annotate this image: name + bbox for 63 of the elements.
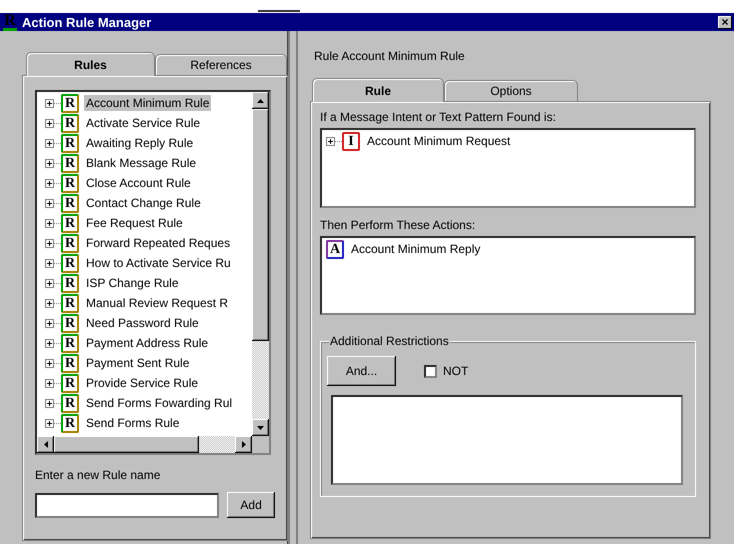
expand-icon[interactable] <box>45 358 54 368</box>
window-title: Action Rule Manager <box>22 14 152 30</box>
scroll-down-icon[interactable] <box>252 419 269 436</box>
tree-item[interactable]: Provide Service Rule <box>84 375 200 391</box>
tree-item[interactable]: Contact Change Rule <box>84 195 203 211</box>
tree-item[interactable]: Payment Address Rule <box>84 335 210 351</box>
expand-icon[interactable] <box>45 118 54 128</box>
tree-item[interactable]: Close Account Rule <box>84 175 193 191</box>
expand-icon[interactable] <box>45 278 54 288</box>
close-button[interactable]: × <box>718 16 732 28</box>
tree-item[interactable]: Send Forms Fowarding Rul <box>84 395 234 411</box>
action-icon: A <box>326 240 344 258</box>
add-button[interactable]: Add <box>227 492 275 518</box>
tree-item[interactable]: Send Forms Rule <box>84 415 182 431</box>
expand-icon[interactable] <box>45 378 54 388</box>
expand-icon[interactable] <box>45 198 54 208</box>
tree-item[interactable]: Fee Request Rule <box>84 215 185 231</box>
tab[interactable]: References <box>155 54 287 75</box>
tab[interactable]: Options <box>444 80 578 101</box>
tab[interactable]: Rule <box>312 78 444 102</box>
tree-item[interactable]: How to Activate Service Ru <box>84 255 233 271</box>
expand-icon[interactable] <box>45 318 54 328</box>
intent-icon: I <box>342 132 360 150</box>
tree-item[interactable]: Account Minimum Rule <box>84 95 212 111</box>
tree-item[interactable]: ISP Change Rule <box>84 275 181 291</box>
group-title: Additional Restrictions <box>329 334 450 348</box>
scroll-thumb[interactable] <box>54 436 199 453</box>
expand-icon[interactable] <box>45 298 54 308</box>
rule-name-field[interactable] <box>35 492 220 518</box>
expand-icon[interactable] <box>45 138 54 148</box>
scroll-thumb[interactable] <box>252 109 269 341</box>
rule-heading: Rule Account Minimum Rule <box>314 49 466 63</box>
scroll-left-icon[interactable] <box>37 436 54 453</box>
checkbox-label[interactable]: NOT <box>443 364 468 378</box>
expand-icon[interactable] <box>45 178 54 188</box>
expand-icon[interactable] <box>45 338 54 348</box>
tree-item[interactable]: Need Password Rule <box>84 315 201 331</box>
tree-item[interactable]: Forward Repeated Reques <box>84 235 232 251</box>
list-item[interactable]: Account Minimum Reply <box>349 241 482 257</box>
list-item[interactable]: Account Minimum Request <box>365 133 512 149</box>
expand-icon[interactable] <box>45 398 54 408</box>
tab[interactable]: Rules <box>26 52 155 76</box>
and-button[interactable]: And... <box>327 356 396 386</box>
expand-icon[interactable] <box>45 158 54 168</box>
scroll-up-icon[interactable] <box>252 92 269 109</box>
tree-item[interactable]: Activate Service Rule <box>84 115 202 131</box>
app-icon: R <box>3 14 17 30</box>
section-label: If a Message Intent or Text Pattern Found is: <box>320 110 557 124</box>
checkbox[interactable] <box>424 364 437 378</box>
section-label: Then Perform These Actions: <box>320 218 476 232</box>
expand-icon[interactable] <box>45 258 54 268</box>
expand-icon[interactable] <box>45 238 54 248</box>
tree-item[interactable]: Blank Message Rule <box>84 155 198 171</box>
expand-icon[interactable] <box>326 136 335 146</box>
tree-item[interactable]: Manual Review Request R <box>84 295 230 311</box>
tree-item[interactable]: Payment Sent Rule <box>84 355 192 371</box>
vertical-scrollbar[interactable] <box>252 92 269 436</box>
tree-item[interactable]: Awaiting Reply Rule <box>84 135 196 151</box>
expand-icon[interactable] <box>45 218 54 228</box>
expand-icon[interactable] <box>45 418 54 428</box>
scroll-right-icon[interactable] <box>235 436 252 453</box>
field-label: Enter a new Rule name <box>35 468 162 482</box>
expand-icon[interactable] <box>45 98 54 108</box>
